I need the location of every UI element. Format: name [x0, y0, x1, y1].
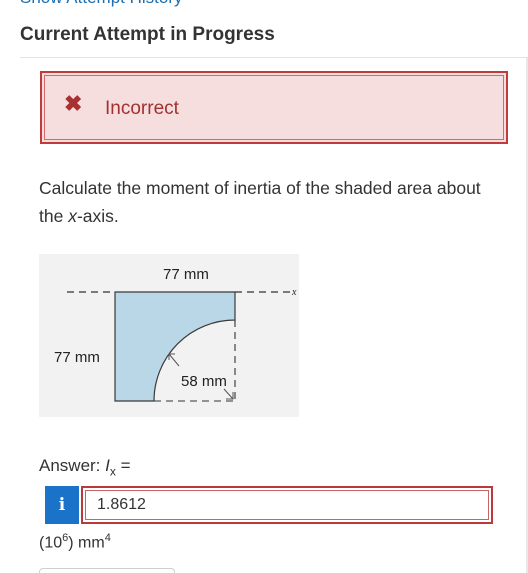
- units-base: (10: [39, 534, 63, 552]
- x-axis-label: x: [291, 287, 297, 298]
- radius-dimension-label: 58 mm: [181, 373, 227, 390]
- page-title: Current Attempt in Progress: [20, 24, 275, 45]
- problem-figure: 77 mm 77 mm 58 mm x: [39, 254, 299, 417]
- cutoff-control[interactable]: [39, 568, 175, 573]
- info-button[interactable]: i: [45, 486, 79, 524]
- answer-label-prefix: Answer:: [39, 456, 106, 475]
- answer-input[interactable]: 1.8612: [81, 486, 493, 524]
- question-axis: x: [68, 206, 77, 226]
- shaded-area-diagram: 77 mm 77 mm 58 mm x: [54, 266, 297, 402]
- units-exponent-2: 4: [104, 532, 111, 544]
- alert-text: Incorrect: [105, 98, 179, 119]
- left-dimension-label: 77 mm: [54, 349, 100, 366]
- show-attempt-history-link[interactable]: Show Attempt History: [20, 0, 183, 8]
- top-dimension-label: 77 mm: [163, 266, 209, 283]
- answer-label: Answer: Ix =: [39, 456, 131, 478]
- incorrect-alert: ✖ Incorrect: [40, 71, 508, 144]
- units-rest: ) mm: [68, 534, 105, 552]
- answer-label-suffix: =: [115, 456, 131, 475]
- question-text-after: -axis.: [76, 206, 119, 226]
- question-text: Calculate the moment of inertia of the s…: [39, 174, 509, 230]
- close-icon: ✖: [64, 91, 83, 116]
- question-panel: ✖ Incorrect Calculate the moment of iner…: [20, 58, 528, 573]
- radius-arrow-top: [168, 353, 180, 367]
- radius-arrow-bottom: [223, 388, 234, 400]
- answer-units: (106) mm4: [39, 532, 111, 552]
